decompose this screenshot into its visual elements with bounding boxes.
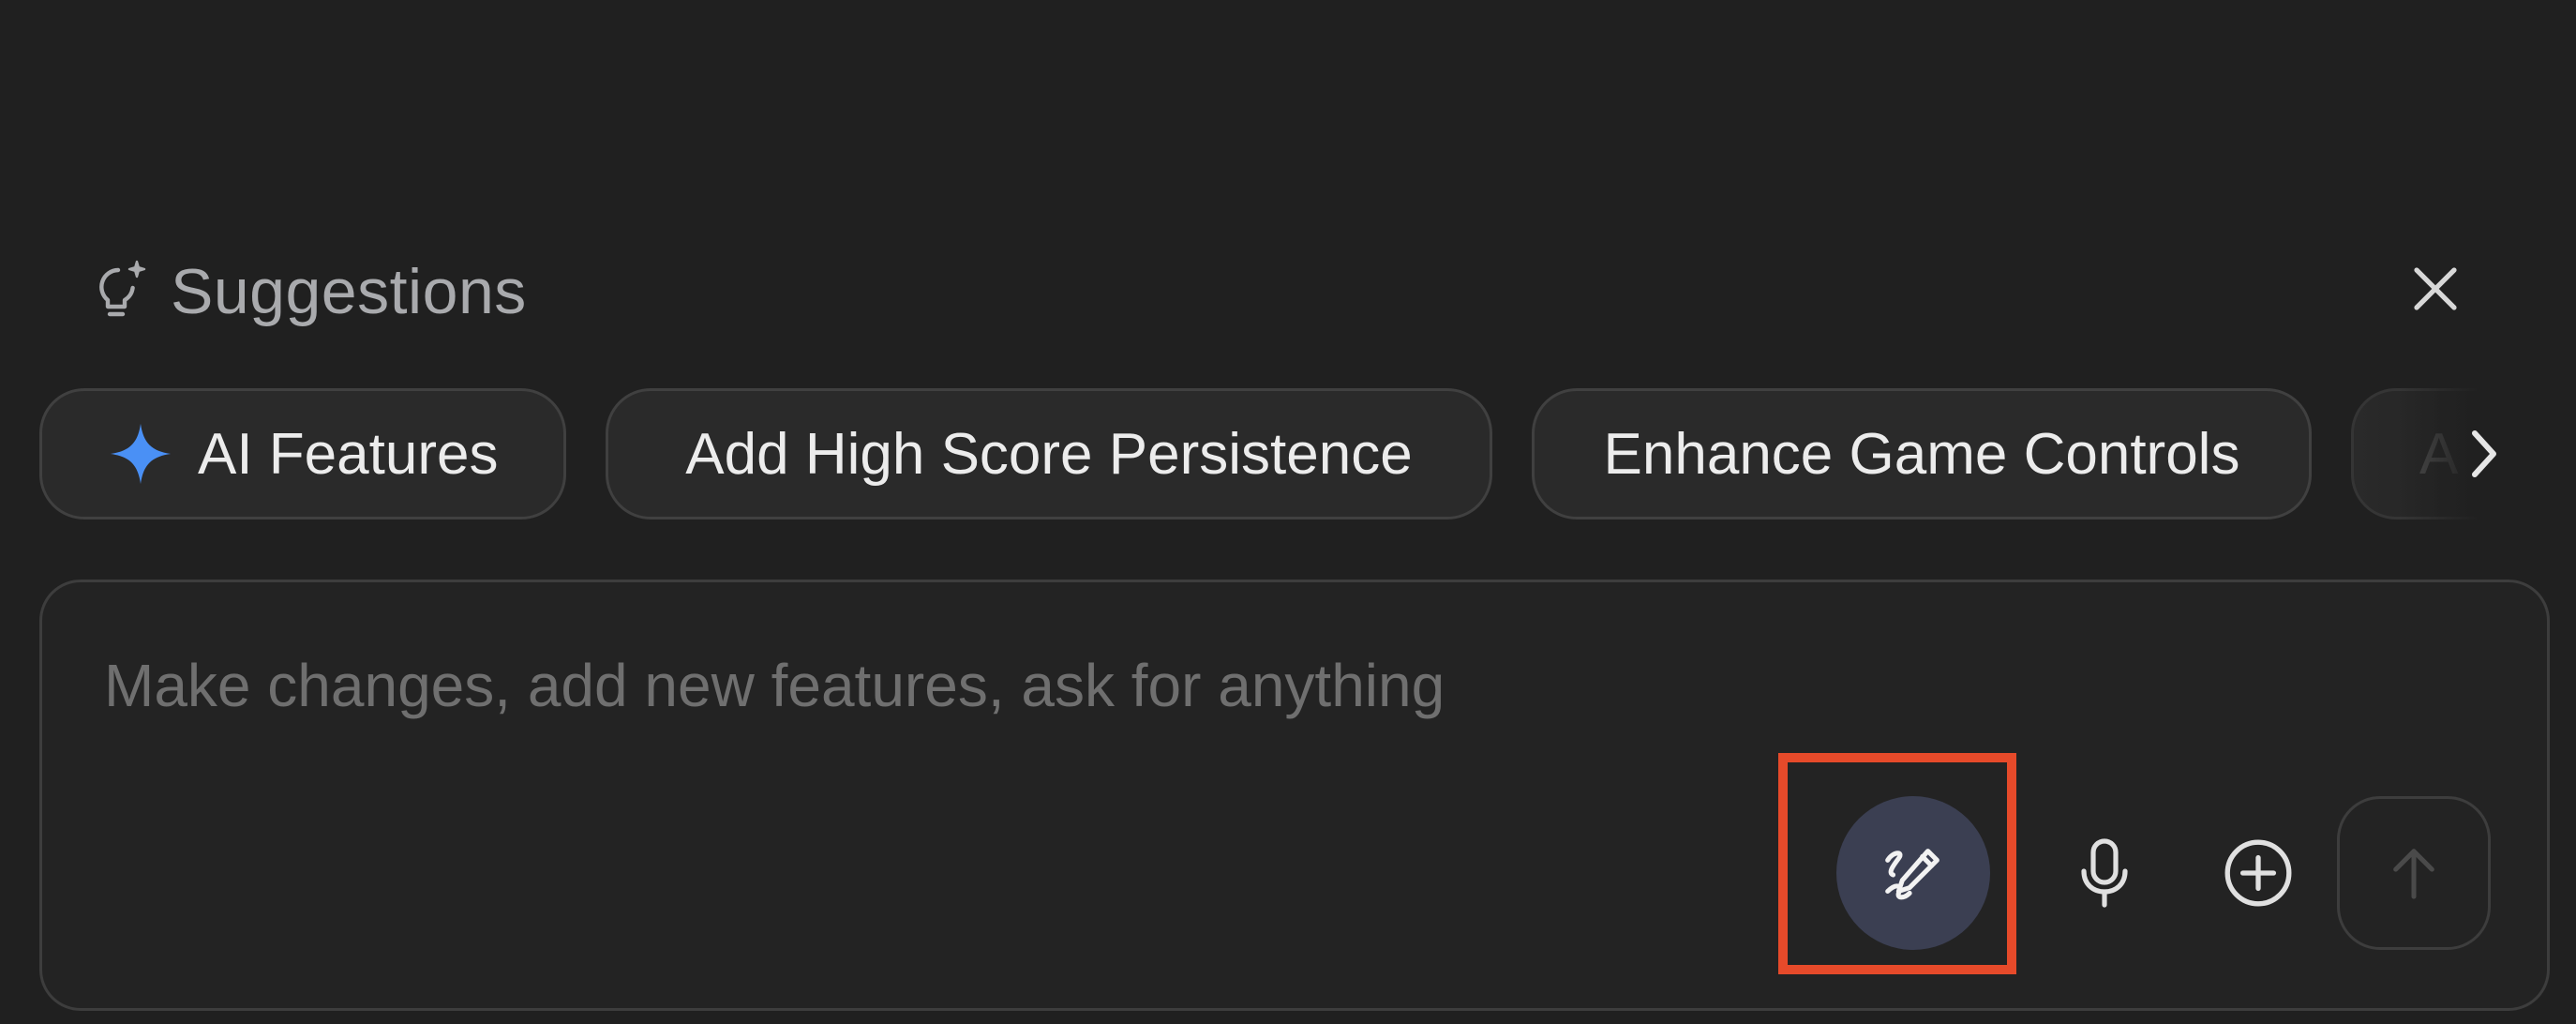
suggestions-composer-panel: Suggestions AI Features Add High Score P… [0, 0, 2576, 1024]
suggestion-chip-high-score[interactable]: Add High Score Persistence [606, 388, 1492, 520]
sparkle-icon [108, 421, 198, 487]
chip-label: A [2419, 421, 2459, 487]
chip-label: Add High Score Persistence [685, 421, 1413, 487]
prompt-composer [39, 580, 2550, 1011]
pen-scribble-icon [1877, 836, 1950, 910]
send-button[interactable] [2337, 796, 2491, 950]
chip-label: AI Features [198, 421, 499, 487]
suggestions-title: Suggestions [171, 256, 527, 327]
plus-circle-icon [2220, 835, 2297, 911]
draw-button[interactable] [1836, 796, 1990, 950]
microphone-icon [2076, 835, 2133, 911]
suggestion-chip-ai-features[interactable]: AI Features [39, 388, 566, 520]
close-icon [2409, 263, 2462, 315]
suggestions-header: Suggestions [90, 251, 527, 332]
close-suggestions-button[interactable] [2405, 259, 2465, 319]
prompt-input[interactable] [104, 639, 2354, 732]
microphone-button[interactable] [2067, 828, 2142, 918]
lightbulb-sparkle-icon [90, 258, 150, 325]
chip-label: Enhance Game Controls [1603, 421, 2240, 487]
suggestion-chip-game-controls[interactable]: Enhance Game Controls [1532, 388, 2312, 520]
arrow-up-icon [2387, 843, 2441, 903]
scroll-chips-right-button[interactable] [2454, 420, 2514, 488]
chevron-right-icon [2465, 426, 2503, 482]
add-attachment-button[interactable] [2215, 830, 2301, 916]
